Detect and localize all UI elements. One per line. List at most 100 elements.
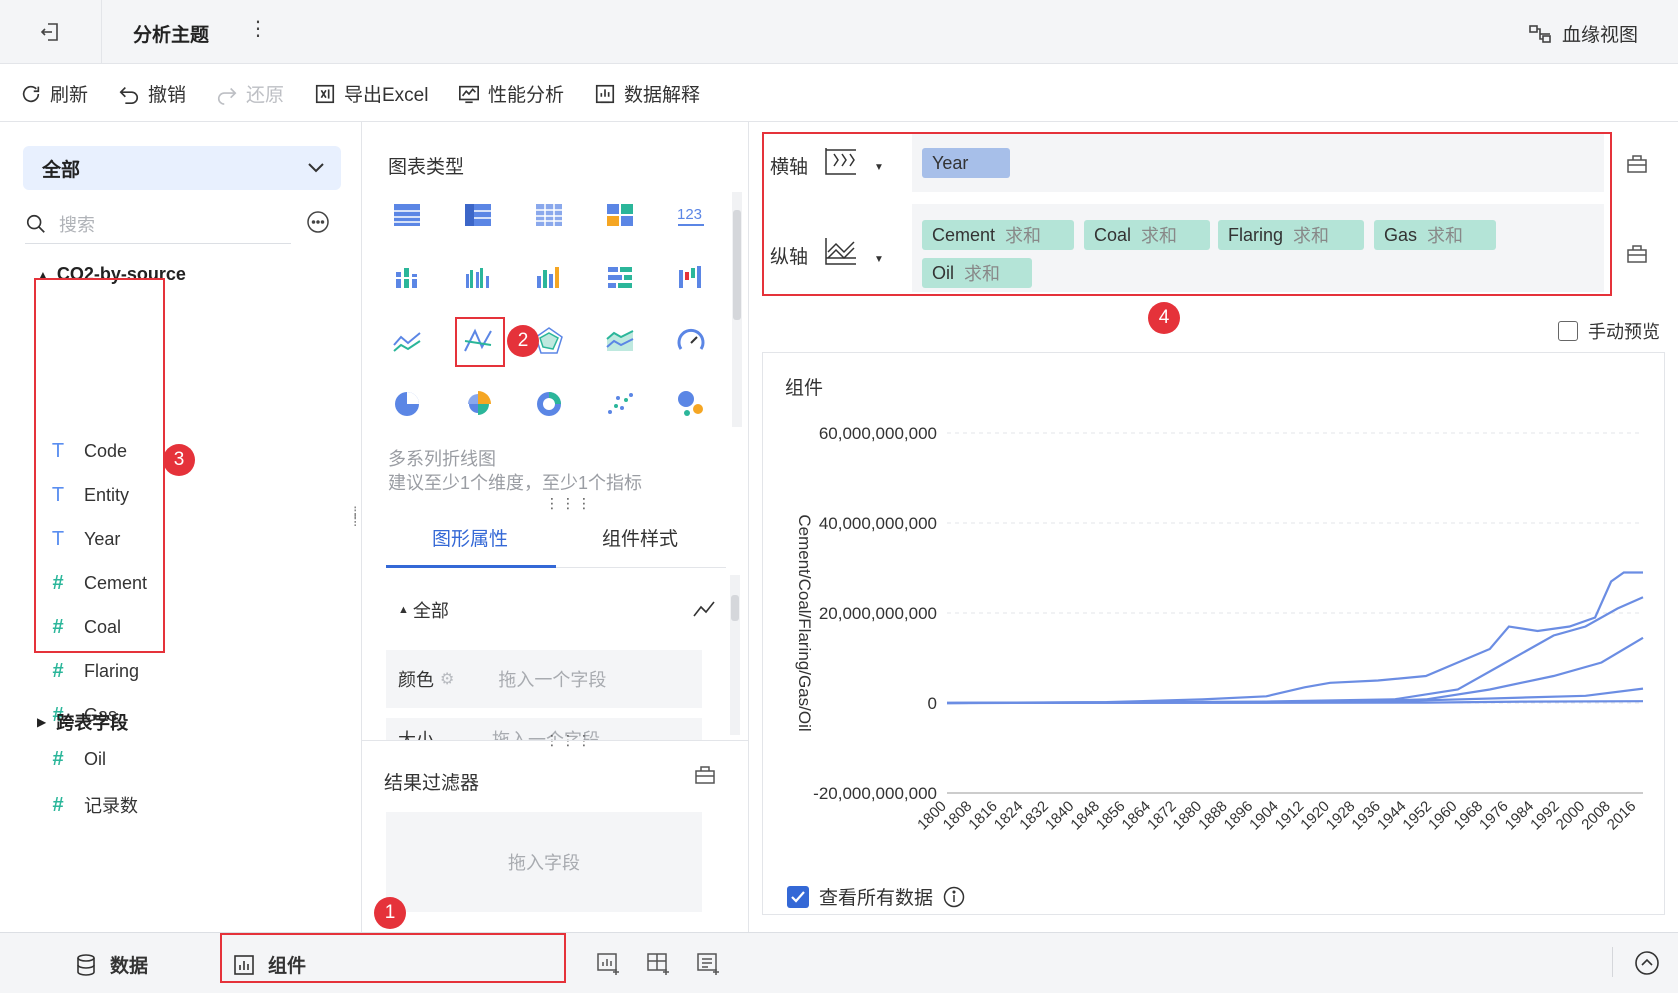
size-drop-zone[interactable]: 大小 拖入一个字段 (386, 718, 702, 740)
active-tab-indicator (386, 565, 556, 568)
y-tick-label: 40,000,000,000 (819, 514, 937, 533)
all-series-section[interactable]: ▲ 全部 (398, 597, 449, 623)
field-label: Flaring (84, 661, 140, 681)
lineage-icon (1529, 24, 1551, 43)
add-text-icon[interactable] (696, 951, 722, 977)
line-chart: 60,000,000,000 40,000,000,000 20,000,000,0… (795, 424, 1644, 833)
toolbar: 刷新 撤销 还原 导出Excel 性能分析 数据解释 (0, 64, 1678, 122)
field-item-记录数[interactable]: # 记录数 (48, 792, 138, 818)
line-chart-icon (693, 601, 715, 617)
property-tabs: 图形属性 组件样式 (386, 500, 726, 568)
data-tab[interactable]: 数据 (76, 951, 148, 978)
toolbox-icon[interactable] (694, 765, 716, 785)
table-icon[interactable] (389, 197, 425, 233)
data-tab-label: 数据 (110, 956, 149, 977)
horizontal-bar-icon[interactable] (602, 260, 638, 296)
redo-icon (218, 87, 237, 105)
field-item-flaring[interactable]: # Flaring (48, 660, 139, 683)
field-item-oil[interactable]: # Oil (48, 748, 106, 771)
dataset-dropdown[interactable]: 全部 (23, 146, 341, 190)
search-more-button[interactable] (306, 210, 330, 239)
result-filter-drop-zone[interactable]: 拖入字段 (386, 812, 702, 912)
props-scrollbar[interactable] (730, 575, 740, 735)
scatter-chart-icon[interactable] (602, 386, 638, 422)
manual-preview-toggle[interactable]: 手动预览 (1558, 318, 1660, 344)
x-axis-toolbox-icon[interactable] (1626, 154, 1648, 174)
grouped-bar-icon[interactable] (460, 260, 496, 296)
y-tick-label: 20,000,000,000 (819, 604, 937, 623)
crosstab-icon[interactable] (460, 197, 496, 233)
rose-chart-icon[interactable] (460, 386, 496, 422)
exit-button[interactable] (0, 0, 102, 64)
number-field-icon: # (52, 748, 64, 770)
cross-table-label: 跨表字段 (56, 713, 129, 733)
refresh-icon (22, 85, 40, 102)
undo-icon (119, 86, 138, 104)
gauge-icon[interactable] (673, 323, 709, 359)
more-menu-button[interactable]: ⋮ (248, 16, 268, 41)
collapse-up-icon[interactable] (1634, 950, 1660, 976)
badge-2: 2 (507, 325, 539, 357)
caret-up-icon: ▲ (398, 604, 409, 616)
add-chart-icon[interactable] (596, 951, 622, 977)
number-field-icon: # (52, 660, 64, 682)
bar-chart-icon[interactable] (531, 260, 567, 296)
props-scrollbar-thumb[interactable] (731, 595, 739, 621)
highlight-box-fields (34, 278, 165, 653)
y-tick-label: 60,000,000,000 (819, 424, 937, 443)
search-field[interactable]: 搜索 (25, 204, 291, 244)
info-icon[interactable] (943, 886, 965, 908)
tab-component-style[interactable]: 组件样式 (602, 524, 678, 551)
waterfall-icon[interactable] (673, 260, 709, 296)
series-line-0 (946, 571, 1643, 705)
line-chart-icon[interactable] (389, 323, 425, 359)
y-axis-title: Cement/Coal/Flaring/Gas/Oil (795, 514, 814, 731)
chevron-down-icon (308, 163, 324, 173)
bottom-divider (1612, 947, 1613, 977)
refresh-button[interactable]: 刷新 (20, 80, 88, 107)
scrollbar-thumb[interactable] (733, 210, 741, 320)
checkmark-icon (791, 890, 805, 903)
view-all-data-toggle[interactable]: 查看所有数据 (787, 883, 965, 910)
result-filter-title: 结果过滤器 (384, 773, 480, 794)
y-tick-label: -20,000,000,000 (813, 784, 937, 803)
detail-table-icon[interactable] (531, 197, 567, 233)
panel-resize-handle[interactable]: ⁞ ⁞ (353, 506, 357, 530)
size-label: 大小 (398, 730, 434, 740)
color-drop-zone[interactable]: 颜色 ⚙ 拖入一个字段 (386, 650, 702, 708)
number-card-icon[interactable]: 123 (673, 197, 709, 233)
redo-button[interactable]: 还原 (216, 80, 284, 107)
chart-types-scrollbar[interactable] (732, 192, 742, 427)
lineage-label: 血缘视图 (1561, 25, 1638, 46)
undo-label: 撤销 (148, 85, 187, 106)
export-excel-button[interactable]: 导出Excel (314, 80, 428, 107)
undo-button[interactable]: 撤销 (118, 80, 186, 107)
view-all-checkbox[interactable] (787, 885, 809, 908)
donut-chart-icon[interactable] (531, 386, 567, 422)
export-label: 导出Excel (344, 85, 429, 106)
data-explain-button[interactable]: 数据解释 (594, 80, 700, 107)
bubble-chart-icon[interactable] (673, 386, 709, 422)
manual-preview-label: 手动预览 (1588, 322, 1660, 342)
perf-label: 性能分析 (488, 85, 565, 106)
performance-analysis-button[interactable]: 性能分析 (458, 80, 564, 107)
pie-chart-icon[interactable] (389, 386, 425, 422)
manual-preview-checkbox[interactable] (1558, 321, 1578, 341)
tab-graph-properties[interactable]: 图形属性 (432, 524, 508, 551)
lineage-view-button[interactable]: 血缘视图 (1528, 20, 1638, 47)
data-explain-icon (595, 84, 615, 103)
view-all-label: 查看所有数据 (819, 888, 934, 909)
color-label: 颜色 (398, 670, 434, 690)
kpi-card-icon[interactable] (602, 197, 638, 233)
stacked-bar-icon[interactable] (389, 260, 425, 296)
series-line-2 (946, 636, 1644, 705)
top-bar: 分析主题 ⋮ 血缘视图 (0, 0, 1678, 64)
y-axis-toolbox-icon[interactable] (1626, 244, 1648, 264)
exit-icon (40, 23, 58, 41)
add-layout-icon[interactable] (646, 951, 672, 977)
cross-table-fields-node[interactable]: ▶ 跨表字段 (37, 709, 128, 735)
area-chart-icon[interactable] (602, 323, 638, 359)
highlight-box-chart-type (455, 317, 505, 367)
search-placeholder: 搜索 (59, 214, 95, 235)
badge-3: 3 (163, 444, 195, 476)
